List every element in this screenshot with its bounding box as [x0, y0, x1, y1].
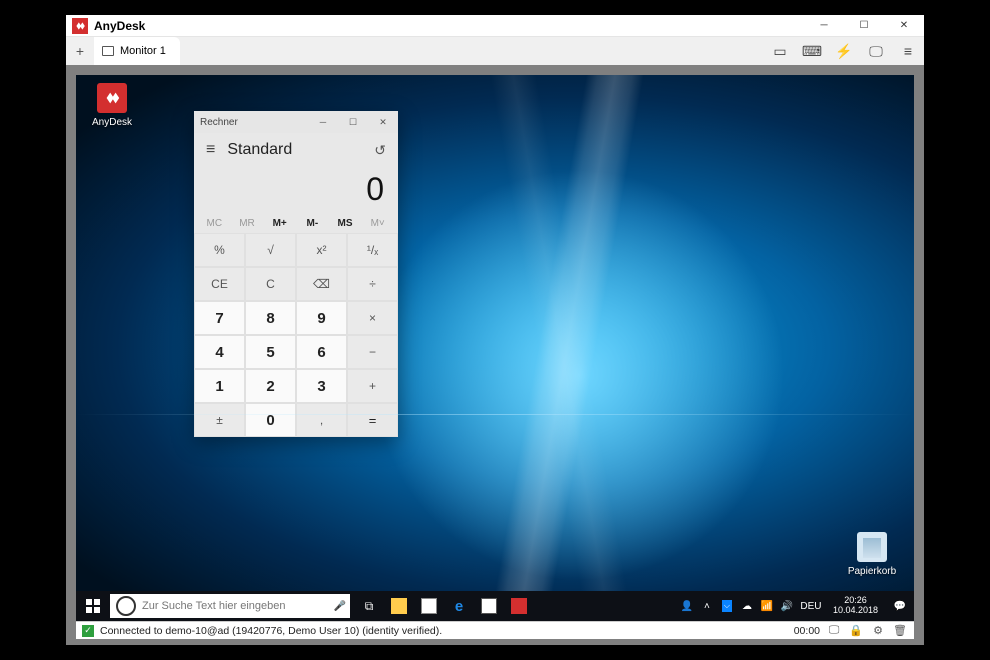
calc-maximize-button[interactable]: ☐ — [338, 111, 368, 133]
anydesk-statusbar: ✓ Connected to demo-10@ad (19420776, Dem… — [76, 621, 914, 639]
mem-mlist[interactable]: M˅ — [361, 218, 394, 229]
key-4[interactable]: 4 — [194, 335, 245, 369]
key-decimal[interactable]: , — [296, 403, 347, 437]
key-equals[interactable]: = — [347, 403, 398, 437]
search-box[interactable]: Zur Suche Text hier eingeben 🎤 — [110, 594, 350, 618]
key-multiply[interactable]: × — [347, 301, 398, 335]
titlebar: AnyDesk ─ ☐ ✕ — [66, 15, 924, 37]
system-tray: 👤 ˄ ⌵ ☁ 📶 🔊 DEU 20:26 10.04.2018 💬 — [677, 591, 914, 621]
tray-network-icon[interactable]: 📶 — [757, 591, 777, 621]
calc-minimize-button[interactable]: ─ — [308, 111, 338, 133]
close-button[interactable]: ✕ — [884, 15, 924, 37]
maximize-button[interactable]: ☐ — [844, 15, 884, 37]
search-placeholder: Zur Suche Text hier eingeben — [142, 600, 330, 612]
task-view-button[interactable]: ⧉ — [354, 591, 384, 621]
app-title: AnyDesk — [94, 19, 804, 33]
key-square[interactable]: x² — [296, 233, 347, 267]
windows-taskbar: Zur Suche Text hier eingeben 🎤 ⧉ e 👤 ˄ ⌵… — [76, 591, 914, 621]
mem-mminus[interactable]: M- — [296, 218, 329, 229]
mem-mplus[interactable]: M+ — [263, 218, 296, 229]
tray-bluetooth-icon[interactable]: ⌵ — [717, 591, 737, 621]
mem-ms[interactable]: MS — [329, 218, 362, 229]
tray-onedrive-icon[interactable]: ☁ — [737, 591, 757, 621]
hamburger-icon[interactable]: ≡ — [206, 141, 215, 159]
keypad: % √ x² ¹/ₓ CE C ⌫ ÷ 7 8 9 × 4 5 6 − 1 2 … — [194, 233, 398, 437]
key-9[interactable]: 9 — [296, 301, 347, 335]
tray-language[interactable]: DEU — [797, 591, 825, 621]
key-6[interactable]: 6 — [296, 335, 347, 369]
key-reciprocal[interactable]: ¹/ₓ — [347, 233, 398, 267]
calculator-window[interactable]: Rechner ─ ☐ ✕ ≡ Standard ↺ 0 MC MR M+ M-… — [194, 111, 398, 437]
status-monitor-icon[interactable]: 🖵 — [826, 624, 842, 637]
taskbar-explorer[interactable] — [384, 591, 414, 621]
status-text: Connected to demo-10@ad (19420776, Demo … — [100, 625, 442, 637]
memory-row: MC MR M+ M- MS M˅ — [194, 216, 398, 233]
key-5[interactable]: 5 — [245, 335, 296, 369]
anydesk-app-icon — [72, 18, 88, 34]
tray-clock[interactable]: 20:26 10.04.2018 — [825, 596, 886, 616]
desktop-icon-label: Papierkorb — [842, 566, 902, 577]
desktop-icon-anydesk[interactable]: AnyDesk — [82, 83, 142, 128]
taskbar-anydesk[interactable] — [504, 591, 534, 621]
mem-mc[interactable]: MC — [198, 218, 231, 229]
status-elapsed: 00:00 — [794, 625, 820, 637]
remote-desktop[interactable]: AnyDesk Papierkorb Rechner ─ ☐ ✕ ≡ Stand… — [76, 75, 914, 621]
key-subtract[interactable]: − — [347, 335, 398, 369]
menu-icon[interactable]: ≡ — [892, 37, 924, 65]
key-add[interactable]: + — [347, 369, 398, 403]
display-icon[interactable]: 🖵 — [860, 37, 892, 65]
calc-title: Rechner — [200, 117, 238, 128]
remote-frame: AnyDesk Papierkorb Rechner ─ ☐ ✕ ≡ Stand… — [66, 65, 924, 645]
action-center-icon[interactable]: 💬 — [886, 601, 914, 612]
new-tab-button[interactable]: + — [66, 37, 94, 65]
key-2[interactable]: 2 — [245, 369, 296, 403]
mic-icon[interactable]: 🎤 — [330, 601, 350, 612]
mem-mr[interactable]: MR — [231, 218, 264, 229]
key-8[interactable]: 8 — [245, 301, 296, 335]
tray-volume-icon[interactable]: 🔊 — [777, 591, 797, 621]
key-negate[interactable]: ± — [194, 403, 245, 437]
key-ce[interactable]: CE — [194, 267, 245, 301]
taskbar-edge[interactable]: e — [444, 591, 474, 621]
tray-date: 10.04.2018 — [833, 606, 878, 616]
key-1[interactable]: 1 — [194, 369, 245, 403]
chat-icon[interactable]: ▭ — [764, 37, 796, 65]
taskbar-store[interactable] — [414, 591, 444, 621]
tab-label: Monitor 1 — [120, 45, 166, 57]
anydesk-icon — [97, 83, 127, 113]
calc-mode: Standard — [227, 141, 362, 159]
cortana-icon — [116, 596, 136, 616]
minimize-button[interactable]: ─ — [804, 15, 844, 37]
status-settings-icon[interactable]: ⚙ — [870, 624, 886, 637]
calc-display: 0 — [194, 167, 398, 216]
status-trash-icon[interactable]: 🗑 — [892, 624, 908, 637]
calc-titlebar[interactable]: Rechner ─ ☐ ✕ — [194, 111, 398, 133]
actions-icon[interactable]: ⚡ — [828, 37, 860, 65]
key-sqrt[interactable]: √ — [245, 233, 296, 267]
status-lock-icon[interactable]: 🔒 — [848, 624, 864, 637]
monitor-icon — [102, 46, 114, 56]
tray-up-icon[interactable]: ˄ — [697, 591, 717, 621]
key-0[interactable]: 0 — [245, 403, 296, 437]
desktop-icon-trash[interactable]: Papierkorb — [842, 532, 902, 577]
desktop-icon-label: AnyDesk — [82, 117, 142, 128]
trash-icon — [857, 532, 887, 562]
history-icon[interactable]: ↺ — [374, 142, 386, 159]
calc-header: ≡ Standard ↺ — [194, 133, 398, 167]
calc-close-button[interactable]: ✕ — [368, 111, 398, 133]
key-3[interactable]: 3 — [296, 369, 347, 403]
tab-monitor-1[interactable]: Monitor 1 — [94, 37, 180, 65]
key-c[interactable]: C — [245, 267, 296, 301]
keyboard-icon[interactable]: ⌨ — [796, 37, 828, 65]
key-backspace[interactable]: ⌫ — [296, 267, 347, 301]
taskbar-calculator[interactable] — [474, 591, 504, 621]
key-7[interactable]: 7 — [194, 301, 245, 335]
start-button[interactable] — [76, 591, 110, 621]
tray-people-icon[interactable]: 👤 — [677, 591, 697, 621]
key-percent[interactable]: % — [194, 233, 245, 267]
anydesk-window: AnyDesk ─ ☐ ✕ + Monitor 1 ▭ ⌨ ⚡ 🖵 ≡ AnyD… — [66, 15, 924, 645]
key-divide[interactable]: ÷ — [347, 267, 398, 301]
status-verified-icon: ✓ — [82, 625, 94, 637]
tabbar: + Monitor 1 ▭ ⌨ ⚡ 🖵 ≡ — [66, 37, 924, 65]
